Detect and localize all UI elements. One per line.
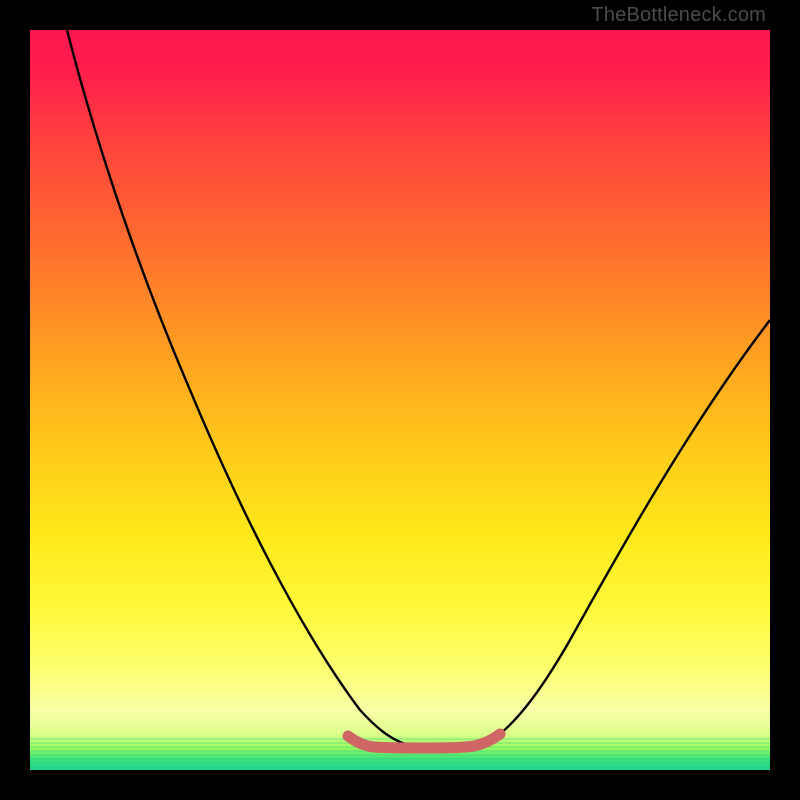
band-end-left bbox=[343, 731, 353, 741]
curve-line bbox=[67, 30, 770, 746]
band-end-right bbox=[495, 729, 505, 739]
chart-frame: TheBottleneck.com bbox=[0, 0, 800, 800]
plot-area bbox=[30, 30, 770, 770]
bottom-band-line bbox=[348, 734, 500, 748]
watermark-text: TheBottleneck.com bbox=[591, 4, 766, 27]
bottleneck-curve bbox=[30, 30, 770, 770]
